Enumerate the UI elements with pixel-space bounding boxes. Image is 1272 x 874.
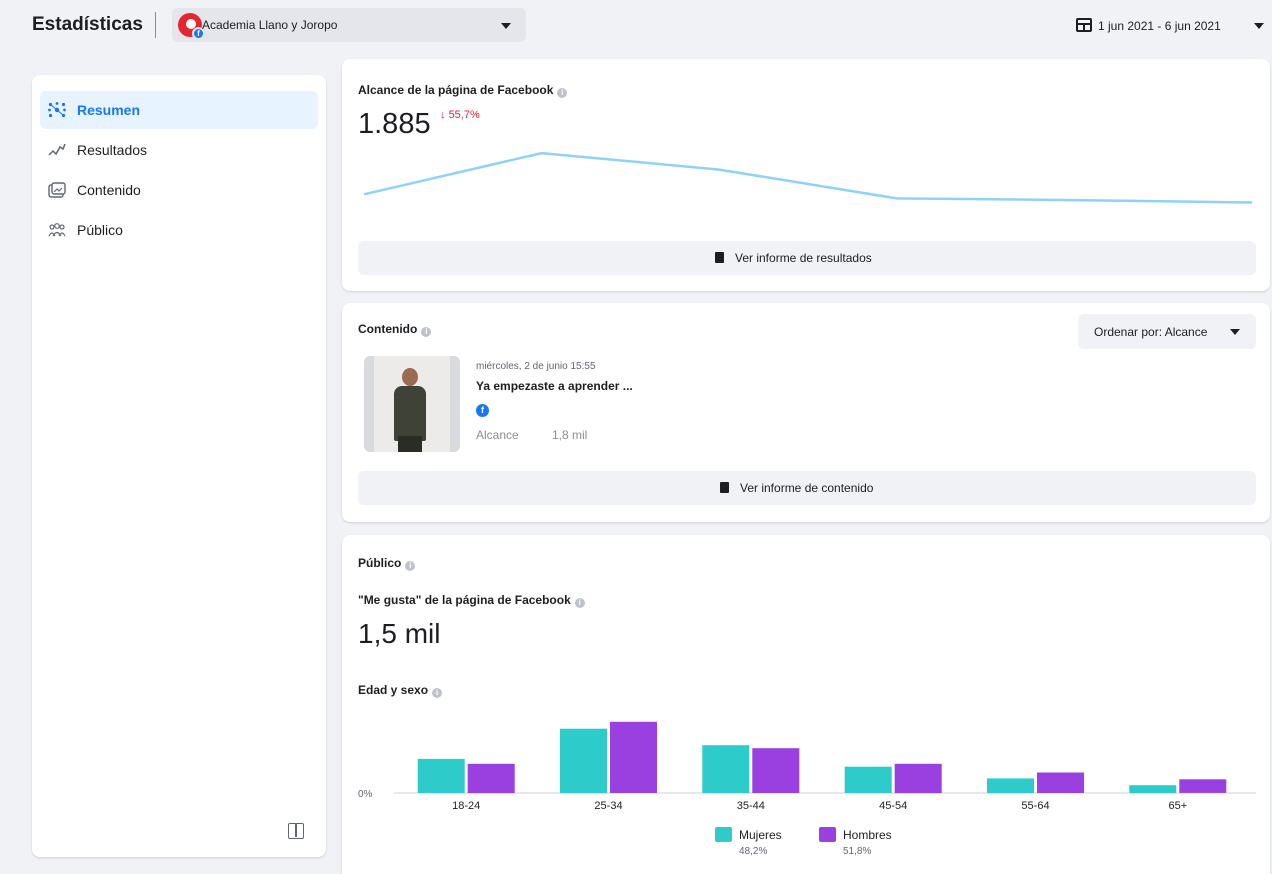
facebook-icon: f	[476, 404, 489, 417]
content-title: Contenido i	[358, 322, 432, 337]
audience-icon	[48, 223, 66, 237]
sidebar-item-label: Contenido	[77, 182, 141, 198]
title-divider	[155, 12, 156, 38]
sidebar-item-contenido[interactable]: Contenido	[40, 171, 318, 209]
reach-title: Alcance de la página de Facebook i	[358, 83, 568, 98]
summary-icon	[48, 102, 66, 118]
info-icon[interactable]: i	[421, 327, 432, 337]
y-tick-label: 0%	[358, 789, 373, 800]
bar-hombres-25-34[interactable]	[610, 721, 657, 793]
legend-swatch	[819, 827, 836, 842]
sort-label: Ordenar por: Alcance	[1094, 325, 1208, 339]
audience-card: Público i "Me gusta" de la página de Face…	[342, 535, 1270, 874]
arrow-down-icon: ↓	[440, 109, 446, 121]
content-report-button[interactable]: Ver informe de contenido	[358, 471, 1256, 505]
content-card: Contenido i Ordenar por: Alcance miércole…	[342, 303, 1270, 522]
reach-series-line	[363, 151, 1253, 204]
bar-mujeres-25-34[interactable]	[560, 728, 607, 793]
content-report-label: Ver informe de contenido	[740, 481, 874, 495]
thumb-person-body	[394, 386, 426, 441]
x-tick-label: 25-34	[594, 800, 622, 812]
sidebar-item-publico[interactable]: Público	[40, 211, 318, 249]
reach-card: Alcance de la página de Facebook i 1.885 …	[342, 59, 1270, 291]
bar-mujeres-65+[interactable]	[1129, 785, 1177, 793]
legend-percent: 51,8%	[843, 846, 872, 857]
page-name: Academia Llano y Joropo	[202, 18, 338, 32]
bar-hombres-65+[interactable]	[1179, 779, 1227, 793]
collapse-sidebar-icon[interactable]	[288, 823, 304, 839]
chevron-down-icon	[501, 23, 511, 29]
bar-mujeres-18-24[interactable]	[417, 758, 465, 793]
report-book-icon	[720, 482, 729, 493]
page-title: Estadísticas	[32, 14, 143, 35]
chevron-down-icon	[1254, 23, 1264, 29]
likes-title: "Me gusta" de la página de Facebook i	[358, 593, 585, 608]
date-range-text: 1 jun 2021 - 6 jun 2021	[1098, 19, 1221, 33]
legend-swatch	[715, 827, 732, 842]
thumb-person-head	[402, 368, 418, 386]
bar-hombres-55-64[interactable]	[1037, 772, 1084, 794]
calendar-icon	[1076, 18, 1092, 32]
reach-title-text: Alcance de la página de Facebook	[358, 83, 554, 97]
results-chart-icon	[48, 143, 66, 156]
date-range-picker[interactable]: 1 jun 2021 - 6 jun 2021	[1076, 17, 1266, 35]
reach-value: 1.885	[358, 108, 431, 140]
info-icon[interactable]: i	[574, 598, 585, 608]
x-tick-label: 65+	[1168, 800, 1187, 812]
x-tick-label: 18-24	[452, 800, 480, 812]
sidebar-item-resultados[interactable]: Resultados	[40, 131, 318, 169]
x-tick-label: 55-64	[1021, 800, 1049, 812]
reach-change-value: 55,7%	[448, 109, 480, 121]
sidebar-item-label: Resultados	[77, 142, 148, 158]
bar-hombres-45-54[interactable]	[894, 763, 942, 794]
post-metric-label: Alcance	[476, 428, 519, 442]
thumb-person-legs	[398, 436, 422, 452]
results-report-button[interactable]: Ver informe de resultados	[358, 241, 1256, 275]
x-tick-label: 45-54	[879, 800, 907, 812]
sort-dropdown[interactable]: Ordenar por: Alcance	[1078, 314, 1256, 349]
results-report-label: Ver informe de resultados	[735, 251, 872, 265]
age-gender-title-text: Edad y sexo	[358, 683, 429, 697]
bar-mujeres-55-64[interactable]	[987, 778, 1034, 793]
legend-percent: 48,2%	[739, 846, 768, 857]
post-metric-value: 1,8 mil	[552, 428, 588, 442]
post-date: miércoles, 2 de junio 15:55	[476, 361, 596, 372]
post-title[interactable]: Ya empezaste a aprender ...	[476, 379, 633, 393]
info-icon[interactable]: i	[557, 88, 568, 98]
audience-title-text: Público	[358, 556, 402, 570]
page-selector[interactable]: f Academia Llano y Joropo	[172, 8, 526, 42]
likes-value: 1,5 mil	[358, 618, 441, 649]
reach-line-chart	[363, 151, 1253, 204]
info-icon[interactable]: i	[432, 688, 443, 698]
post-thumbnail[interactable]	[364, 356, 460, 452]
bar-mujeres-35-44[interactable]	[702, 745, 750, 793]
bar-mujeres-45-54[interactable]	[844, 766, 892, 793]
info-icon[interactable]: i	[405, 561, 416, 571]
likes-title-text: "Me gusta" de la página de Facebook	[358, 593, 571, 607]
legend-name: Hombres	[843, 828, 892, 842]
sidebar-item-resumen[interactable]: Resumen	[40, 91, 318, 129]
legend-name: Mujeres	[739, 828, 782, 842]
age-gender-title: Edad y sexo i	[358, 683, 443, 698]
sidebar-item-label: Resumen	[77, 102, 141, 118]
page-avatar-icon: f	[178, 13, 205, 40]
top-bar: Estadísticas f Academia Llano y Joropo 1…	[0, 0, 1272, 52]
sidebar-item-label: Público	[77, 222, 123, 238]
content-title-text: Contenido	[358, 322, 418, 336]
report-book-icon	[715, 252, 724, 263]
bar-hombres-35-44[interactable]	[752, 748, 800, 793]
chevron-down-icon	[1230, 329, 1240, 335]
x-tick-label: 35-44	[737, 800, 765, 812]
age-gender-bar-chart: 0% 18-24 25-34 35-44 45-54 55-64 65+	[358, 721, 1256, 812]
audience-title: Público i	[358, 556, 416, 571]
reach-change: ↓ 55,7%	[440, 109, 480, 121]
bar-hombres-18-24[interactable]	[467, 763, 515, 794]
sidebar: Resumen Resultados Contenido Público	[32, 75, 326, 857]
content-icon	[48, 182, 66, 198]
